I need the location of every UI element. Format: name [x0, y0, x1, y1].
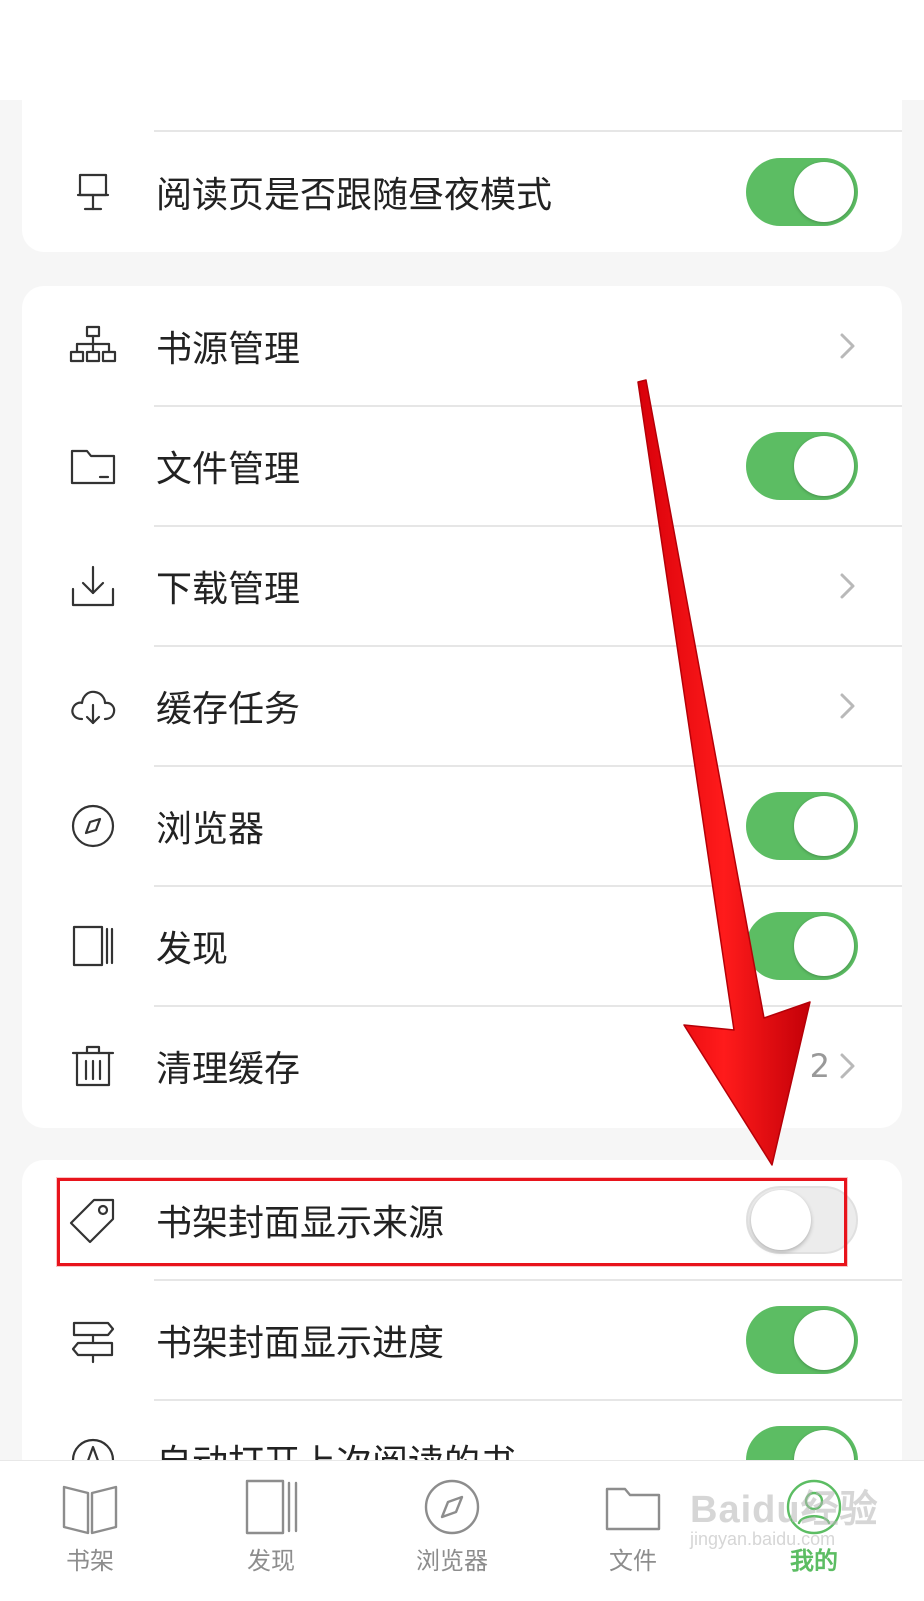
tag-icon: [66, 1193, 120, 1247]
compass-icon: [66, 799, 120, 853]
setting-row-cover-progress[interactable]: 书架封面显示进度: [22, 1280, 902, 1400]
follow-day-night-toggle[interactable]: [746, 158, 858, 226]
tab-discover[interactable]: 发现: [196, 1461, 346, 1601]
lamp-icon: [66, 165, 120, 219]
cover-progress-toggle[interactable]: [746, 1306, 858, 1374]
setting-label: 清理缓存: [156, 1049, 301, 1090]
tab-browser[interactable]: 浏览器: [377, 1461, 527, 1601]
cache-size-value: 2: [809, 1047, 830, 1085]
setting-label: 浏览器: [156, 809, 265, 850]
setting-row-cover-source[interactable]: 书架封面显示来源: [22, 1160, 902, 1280]
discover-toggle[interactable]: [746, 912, 858, 980]
chevron-right-icon: [834, 1051, 860, 1081]
tab-files[interactable]: 文件: [558, 1461, 708, 1601]
setting-label: 书源管理: [156, 329, 301, 370]
setting-row-browser[interactable]: 浏览器: [22, 766, 902, 886]
discover-icon: [66, 919, 120, 973]
setting-label: 书架封面显示来源: [156, 1203, 445, 1244]
signpost-icon: [66, 1313, 120, 1367]
file-management-toggle[interactable]: [746, 432, 858, 500]
setting-row-cache-tasks[interactable]: 缓存任务: [22, 646, 902, 766]
setting-row-follow-day-night[interactable]: 阅读页是否跟随昼夜模式: [22, 132, 902, 252]
watermark: Baidu经验 jingyan.baidu.com: [690, 1489, 879, 1549]
sitemap-icon: [66, 319, 120, 373]
browser-toggle[interactable]: [746, 792, 858, 860]
book-open-icon: [58, 1475, 122, 1539]
setting-label: 文件管理: [156, 449, 301, 490]
discover-icon: [239, 1475, 303, 1539]
chevron-right-icon: [834, 331, 860, 361]
setting-label: 下载管理: [156, 569, 301, 610]
folder-icon: [66, 439, 120, 493]
settings-card-bookshelf: 书架封面显示来源 书架封面显示进度 自动打开上次阅读的书: [22, 1160, 902, 1480]
setting-label: 阅读页是否跟随昼夜模式: [156, 175, 553, 216]
tab-bookshelf[interactable]: 书架: [15, 1461, 165, 1601]
setting-label: 书架封面显示进度: [156, 1323, 445, 1364]
cover-source-toggle[interactable]: [746, 1186, 858, 1254]
cloud-download-icon: [66, 679, 120, 733]
setting-row-source-management[interactable]: 书源管理: [22, 286, 902, 406]
trash-icon: [66, 1039, 120, 1093]
settings-card-display: 阅读页是否跟随昼夜模式: [22, 0, 902, 252]
setting-row-download-management[interactable]: 下载管理: [22, 526, 902, 646]
setting-label: 缓存任务: [156, 689, 301, 730]
setting-row-file-management[interactable]: 文件管理: [22, 406, 902, 526]
setting-label: 发现: [156, 929, 229, 970]
setting-row-clear-cache[interactable]: 清理缓存 2: [22, 1006, 902, 1126]
folder-icon: [601, 1475, 665, 1539]
settings-card-management: 书源管理 文件管理 下载管理 缓存任务 浏览器 发现 清理缓存 2: [22, 286, 902, 1128]
chevron-right-icon: [834, 691, 860, 721]
compass-icon: [420, 1475, 484, 1539]
chevron-right-icon: [834, 571, 860, 601]
setting-row-discover[interactable]: 发现: [22, 886, 902, 1006]
download-icon: [66, 559, 120, 613]
